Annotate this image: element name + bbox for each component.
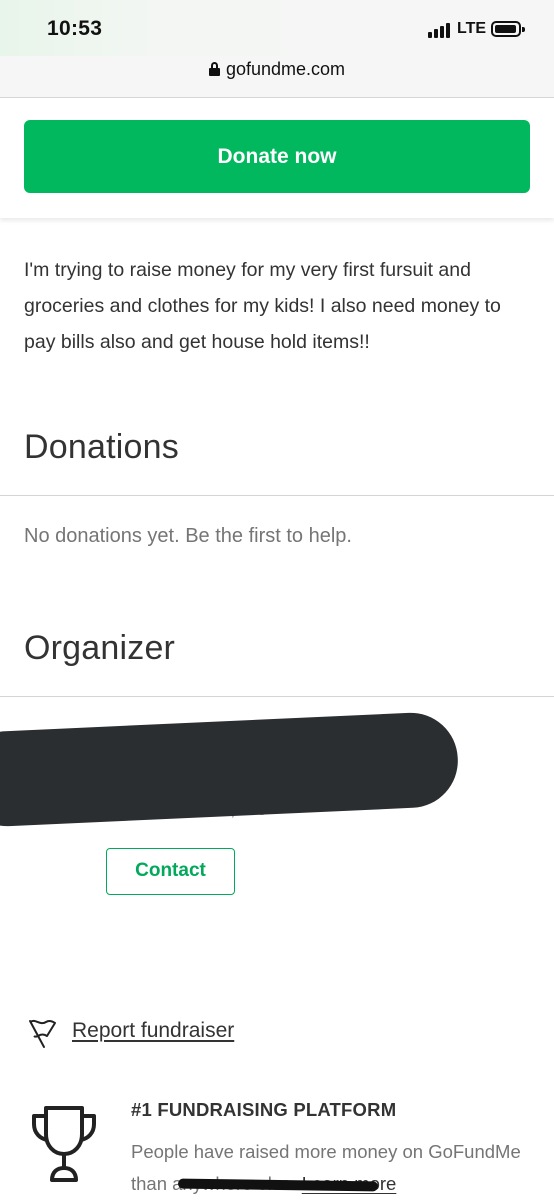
lock-icon	[208, 62, 220, 76]
signal-icon	[428, 23, 454, 38]
browser-url-bar[interactable]: gofundme.com	[0, 56, 554, 98]
redaction-mark	[0, 710, 460, 829]
contact-button[interactable]: Contact	[106, 848, 235, 895]
donations-divider	[0, 495, 554, 496]
no-donations-message: No donations yet. Be the first to help.	[24, 525, 352, 547]
network-type: LTE	[457, 20, 487, 37]
platform-heading: #1 FUNDRAISING PLATFORM	[131, 1099, 397, 1120]
report-fundraiser-link[interactable]: Report fundraiser	[72, 1019, 234, 1043]
battery-icon	[491, 21, 525, 37]
status-bar: 10:53 LTE	[0, 0, 554, 56]
donate-now-button[interactable]: Donate now	[24, 120, 530, 193]
fundraiser-story: I'm trying to raise money for my very fi…	[24, 259, 501, 353]
status-time: 10:53	[47, 17, 103, 40]
donations-heading: Donations	[24, 428, 179, 466]
donate-section: Donate now	[0, 98, 554, 218]
trophy-icon	[32, 1106, 96, 1182]
organizer-divider	[0, 696, 554, 697]
url-text: gofundme.com	[225, 59, 346, 79]
organizer-heading: Organizer	[24, 629, 176, 667]
url-display[interactable]: gofundme.com	[0, 59, 554, 80]
flag-icon	[29, 1019, 56, 1048]
